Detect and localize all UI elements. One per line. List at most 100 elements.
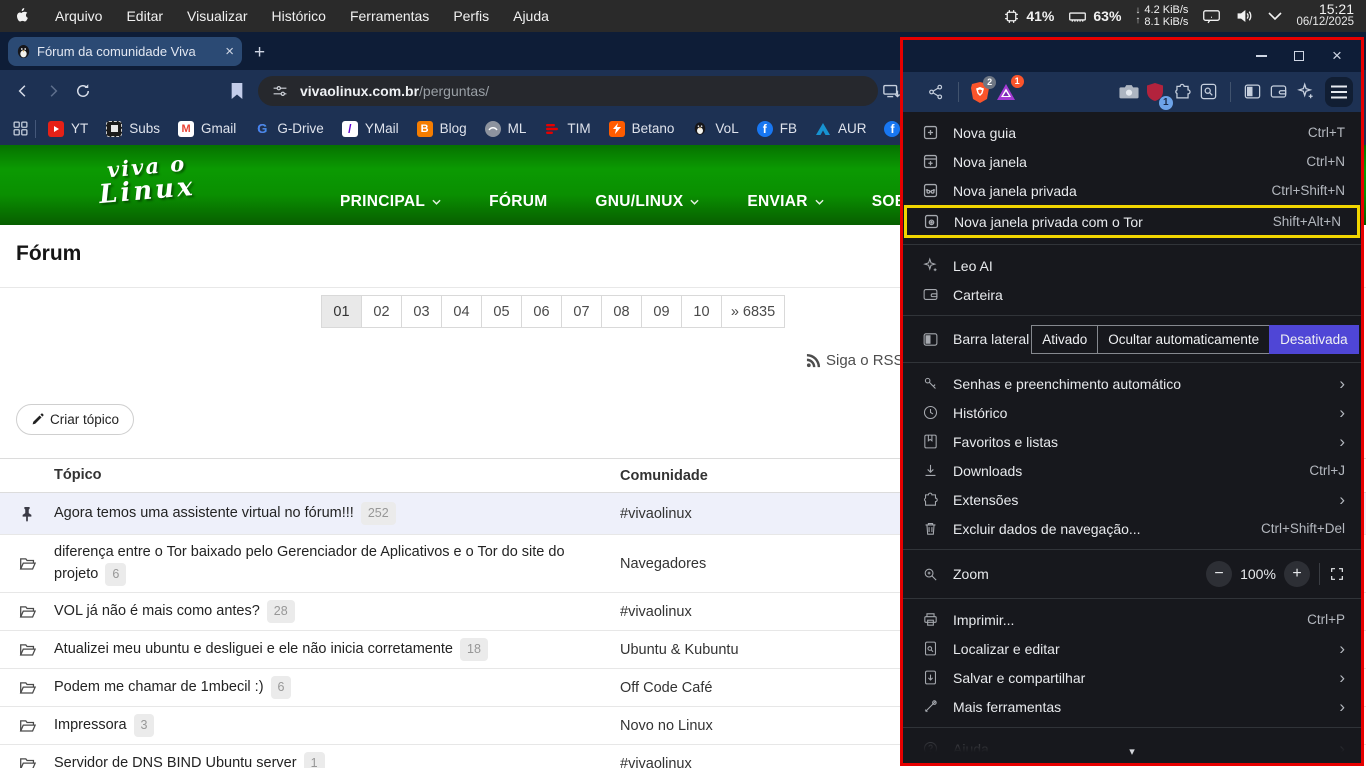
topic-title[interactable]: VOL já não é mais como antes? 28 (54, 594, 620, 629)
page-08[interactable]: 08 (601, 295, 642, 328)
menu-item-favorites[interactable]: Favoritos e listas › (903, 427, 1361, 456)
browser-tab-active[interactable]: Fórum da comunidade Viva × (8, 37, 242, 66)
scroll-down-icon[interactable]: ▾ (1129, 745, 1135, 758)
topic-title[interactable]: Impressora 3 (54, 708, 620, 743)
cpu-usage[interactable]: 41% (1003, 8, 1054, 25)
menu-item-new-tab[interactable]: Nova guia Ctrl+T (903, 118, 1361, 147)
menu-item-downloads[interactable]: Downloads Ctrl+J (903, 456, 1361, 485)
bookmark-gmail[interactable]: M Gmail (178, 120, 236, 137)
menu-item-print[interactable]: Imprimir... Ctrl+P (903, 605, 1361, 634)
forward-button[interactable] (38, 76, 68, 106)
brave-rewards-icon[interactable]: 1 (993, 74, 1024, 106)
sidebar-option-ocultar[interactable]: Ocultar automaticamente (1097, 324, 1271, 354)
menu-item-passwords[interactable]: Senhas e preenchimento automático › (903, 369, 1361, 398)
volume-icon[interactable] (1235, 8, 1254, 24)
bookmark-ymail[interactable]: / YMail (341, 120, 399, 137)
menu-item-more-tools[interactable]: Mais ferramentas › (903, 692, 1361, 721)
page-05[interactable]: 05 (481, 295, 522, 328)
bookmark-fb[interactable]: f FB (756, 120, 797, 137)
zoom-out-button[interactable]: − (1206, 561, 1232, 587)
apple-menu-icon[interactable] (14, 7, 29, 25)
menu-item-find-edit[interactable]: Localizar e editar › (903, 634, 1361, 663)
page-04[interactable]: 04 (441, 295, 482, 328)
nav-gnulinux[interactable]: GNU/LINUX (595, 193, 699, 211)
topic-title[interactable]: Atualizei meu ubuntu e desliguei e ele n… (54, 632, 620, 667)
share-icon[interactable] (923, 78, 950, 106)
topic-title[interactable]: diferença entre o Tor baixado pelo Geren… (54, 536, 620, 592)
new-tab-button[interactable]: + (254, 42, 265, 64)
page-02[interactable]: 02 (361, 295, 402, 328)
menubar-item-ajuda[interactable]: Ajuda (501, 8, 561, 24)
window-close-button[interactable]: × (1329, 47, 1345, 64)
menubar-item-editar[interactable]: Editar (114, 8, 175, 24)
zoom-in-button[interactable]: + (1284, 561, 1310, 587)
extensions-puzzle-icon[interactable] (1169, 78, 1196, 106)
menubar-item-perfis[interactable]: Perfis (441, 8, 501, 24)
rss-link[interactable]: Siga o RSS (806, 352, 904, 369)
page-09[interactable]: 09 (641, 295, 682, 328)
back-button[interactable] (8, 76, 38, 106)
bookmarks-panel-icon[interactable] (222, 76, 252, 106)
window-restore-button[interactable] (1291, 48, 1307, 64)
bookmark-tim[interactable]: TIM (544, 121, 591, 137)
site-settings-icon[interactable] (272, 83, 288, 99)
topic-title[interactable]: Podem me chamar de 1mbecil :) 6 (54, 670, 620, 705)
bookmark-blog[interactable]: B Blog (416, 120, 467, 137)
nav-principal[interactable]: PRINCIPAL (340, 193, 441, 211)
menu-item-extensions[interactable]: Extensões › (903, 485, 1361, 514)
page-10[interactable]: 10 (681, 295, 722, 328)
bookmark-yt[interactable]: YT (48, 120, 88, 137)
window-minimize-button[interactable] (1253, 48, 1269, 64)
find-in-page-icon[interactable] (1195, 78, 1222, 106)
menu-item-save-share[interactable]: Salvar e compartilhar › (903, 663, 1361, 692)
menubar-item-arquivo[interactable]: Arquivo (43, 8, 114, 24)
tab-close-icon[interactable]: × (225, 44, 234, 59)
menu-item-wallet[interactable]: Carteira (903, 280, 1361, 309)
sidebar-icon[interactable] (1239, 78, 1266, 106)
ram-usage[interactable]: 63% (1068, 8, 1121, 24)
clock[interactable]: 15:21 06/12/2025 (1296, 2, 1354, 29)
vivaolinux-logo[interactable]: viva o Linux (96, 151, 197, 211)
sidebar-option-desativada[interactable]: Desativada (1269, 324, 1359, 354)
menu-item-new-tor-window[interactable]: Nova janela privada com o Tor Shift+Alt+… (904, 205, 1360, 238)
page-07[interactable]: 07 (561, 295, 602, 328)
bookmark-subs[interactable]: Subs (106, 120, 160, 137)
bookmark-aur[interactable]: AUR (815, 121, 866, 137)
topic-title[interactable]: Agora temos uma assistente virtual no fó… (54, 496, 620, 531)
menu-item-leo-ai[interactable]: Leo AI (903, 251, 1361, 280)
menu-item-clear-data[interactable]: Excluir dados de navegação... Ctrl+Shift… (903, 514, 1361, 543)
bookmark-ml[interactable]: ML (484, 120, 526, 137)
menubar-item-ferramentas[interactable]: Ferramentas (338, 8, 441, 24)
sidebar-option-ativado[interactable]: Ativado (1031, 324, 1099, 354)
nav-enviar[interactable]: ENVIAR (747, 193, 824, 211)
screenshot-camera-icon[interactable] (1116, 78, 1143, 106)
page-last[interactable]: » 6835 (721, 295, 785, 328)
adblock-shield-icon[interactable]: 1 (1142, 78, 1173, 110)
wallet-icon[interactable] (1265, 78, 1292, 106)
topic-title[interactable]: Servidor de DNS BIND Ubuntu server 1 (54, 746, 620, 768)
page-01[interactable]: 01 (321, 295, 362, 328)
bookmark-gdrive[interactable]: G G-Drive (254, 121, 324, 137)
fullscreen-icon[interactable] (1329, 566, 1345, 582)
create-topic-button[interactable]: Criar tópico (16, 404, 135, 435)
network-speed[interactable]: ↓ ↑ 4.2 KiB/s 8.1 KiB/s (1135, 4, 1188, 28)
menu-hamburger-icon[interactable] (1324, 76, 1353, 107)
menubar-item-historico[interactable]: Histórico (259, 8, 337, 24)
pencil-icon (32, 413, 44, 425)
page-03[interactable]: 03 (401, 295, 442, 328)
menubar-chevron-icon[interactable] (1268, 11, 1283, 21)
apps-grid-icon[interactable] (12, 120, 29, 137)
nav-forum[interactable]: FÓRUM (489, 193, 547, 211)
brave-shields-icon[interactable]: 2 (967, 75, 997, 106)
reload-button[interactable] (68, 76, 98, 106)
menu-item-history[interactable]: Histórico › (903, 398, 1361, 427)
menubar-item-visualizar[interactable]: Visualizar (175, 8, 259, 24)
bookmark-vol[interactable]: VoL (692, 121, 739, 137)
url-bar[interactable]: vivaolinux.com.br /perguntas/ (258, 76, 878, 106)
page-06[interactable]: 06 (521, 295, 562, 328)
leo-ai-sparkle-icon[interactable] (1292, 78, 1319, 106)
menu-item-new-window[interactable]: Nova janela Ctrl+N (903, 147, 1361, 176)
menu-item-new-private-window[interactable]: Nova janela privada Ctrl+Shift+N (903, 176, 1361, 205)
bookmark-betano[interactable]: Betano (608, 120, 674, 137)
notification-icon[interactable] (1202, 8, 1221, 24)
